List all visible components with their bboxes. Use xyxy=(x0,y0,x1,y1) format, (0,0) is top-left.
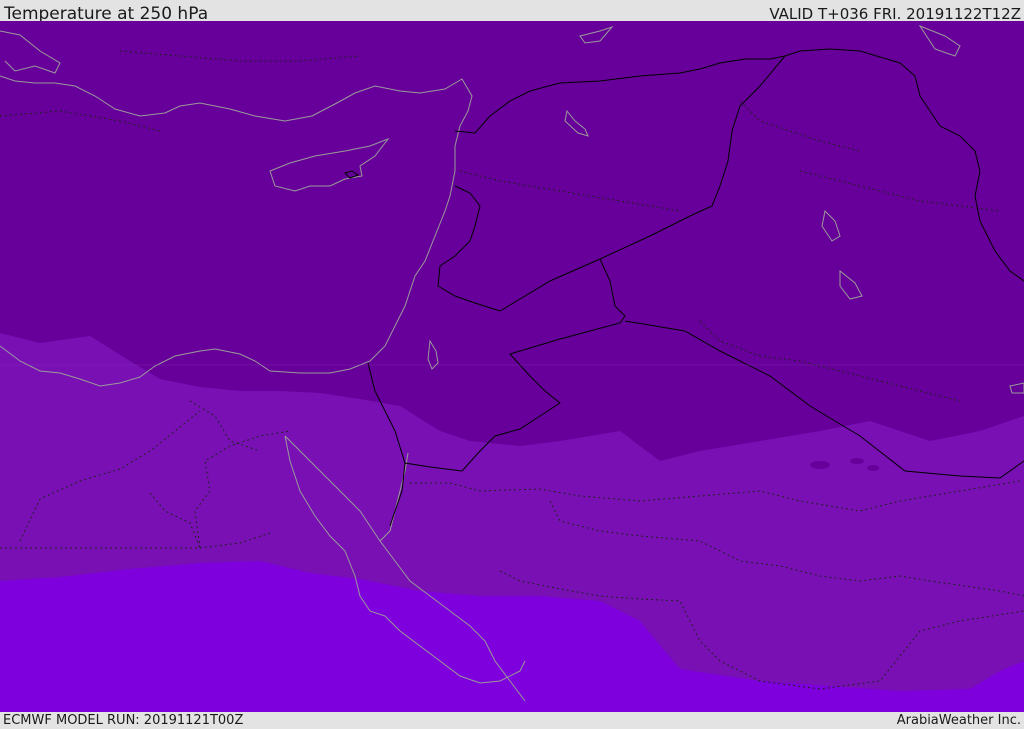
model-run-label: ECMWF MODEL RUN: 20191121T00Z xyxy=(3,713,244,728)
credit-label: ArabiaWeather Inc. xyxy=(896,713,1021,728)
header-bar: Temperature at 250 hPa VALID T+036 FRI. … xyxy=(0,0,1024,24)
footer-bar: ECMWF MODEL RUN: 20191121T00Z ArabiaWeat… xyxy=(0,712,1024,729)
temperature-map xyxy=(0,21,1024,712)
